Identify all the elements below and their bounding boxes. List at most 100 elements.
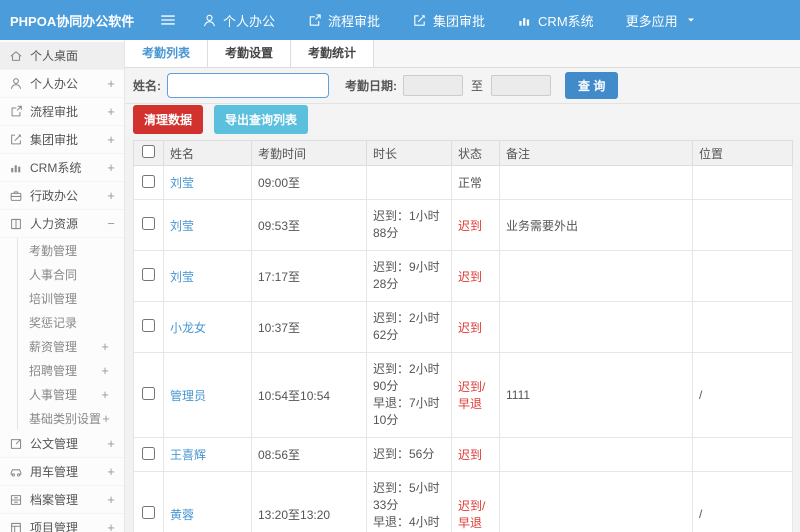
name-cell: 黄蓉 <box>163 471 252 532</box>
expand-toggle-icon[interactable]: + <box>106 188 116 203</box>
remark-cell: 1111 <box>499 352 693 438</box>
hamburger-icon[interactable] <box>158 10 178 30</box>
sidebar-subitem-recruitment-management[interactable]: 招聘管理 + <box>18 358 124 382</box>
row-checkbox[interactable] <box>142 387 155 400</box>
expand-toggle-icon[interactable]: − <box>106 216 116 231</box>
status-cell: 迟到 <box>451 250 500 302</box>
nav-item-workflow-approval[interactable]: 流程审批 <box>307 11 380 30</box>
employee-name-link[interactable]: 黄蓉 <box>170 508 194 522</box>
sidebar-item-label: 项目管理 <box>30 521 79 532</box>
employee-name-link[interactable]: 管理员 <box>170 389 206 403</box>
expand-toggle-icon[interactable]: + <box>106 104 116 119</box>
tab-attendance-stats[interactable]: 考勤统计 <box>291 40 375 67</box>
duration-line: 迟到：5小时33分 <box>373 481 440 512</box>
sidebar-item-personal-desktop[interactable]: 个人桌面 <box>0 42 124 70</box>
name-input[interactable] <box>167 73 329 98</box>
sidebar-subitem-label: 培训管理 <box>29 291 78 306</box>
nav-item-more-apps[interactable]: 更多应用 <box>626 11 699 30</box>
employee-name-link[interactable]: 刘莹 <box>170 219 194 233</box>
expand-toggle-icon[interactable]: + <box>106 132 116 147</box>
sidebar-subitem-reward-punish-records[interactable]: 奖惩记录 <box>18 310 124 334</box>
location-cell <box>692 437 793 472</box>
sidebar-subitem-label: 薪资管理 <box>29 339 78 354</box>
name-cell: 王喜辉 <box>163 437 252 472</box>
tab-attendance-settings[interactable]: 考勤设置 <box>208 40 292 67</box>
expand-toggle-icon[interactable]: + <box>106 464 116 479</box>
sidebar-item-project-management[interactable]: 项目管理 + <box>0 514 124 532</box>
sidebar-subitem-attendance-management[interactable]: 考勤管理 <box>18 238 124 262</box>
nav-item-personal-office[interactable]: 个人办公 <box>202 11 275 30</box>
name-cell: 刘莹 <box>163 199 252 251</box>
row-checkbox[interactable] <box>142 174 155 188</box>
sidebar-item-group-approval[interactable]: 集团审批 + <box>0 126 124 154</box>
column-header-2: 时长 <box>366 140 452 166</box>
sidebar-subitem-salary-management[interactable]: 薪资管理 + <box>18 334 124 358</box>
date-from-input[interactable] <box>403 75 463 96</box>
car-icon <box>9 465 23 479</box>
date-to-label: 至 <box>471 79 484 93</box>
expand-toggle-icon[interactable]: + <box>100 387 110 402</box>
remark-cell: 业务需要外出 <box>499 199 693 251</box>
nav-item-crm-system[interactable]: CRM系统 <box>517 11 594 30</box>
employee-name-link[interactable]: 小龙女 <box>170 321 206 335</box>
row-checkbox[interactable] <box>142 446 155 460</box>
employee-name-link[interactable]: 王喜辉 <box>170 448 206 462</box>
caret-down-icon <box>684 13 699 28</box>
expand-toggle-icon[interactable]: + <box>106 160 116 175</box>
export-list-button[interactable]: 导出查询列表 <box>214 105 309 134</box>
sidebar-subitem-label: 奖惩记录 <box>29 315 78 330</box>
app-logo[interactable]: PHPOA协同办公软件 <box>0 11 158 30</box>
table-row: 管理员 10:54至10:54 迟到：2小时90分 早退：7小时10分 迟到/早退 111… <box>133 352 793 438</box>
row-checkbox[interactable] <box>142 268 155 281</box>
sidebar-item-label: 集团审批 <box>30 133 79 147</box>
archive-icon <box>9 493 23 507</box>
select-all-checkbox[interactable] <box>142 145 155 158</box>
sidebar-item-admin-office[interactable]: 行政办公 + <box>0 182 124 210</box>
clear-data-button[interactable]: 清理数据 <box>133 105 204 134</box>
expand-toggle-icon[interactable]: + <box>106 76 116 91</box>
sidebar-item-crm-system[interactable]: CRM系统 + <box>0 154 124 182</box>
checkbox-cell <box>133 301 164 353</box>
employee-name-link[interactable]: 刘莹 <box>170 176 194 190</box>
sidebar-subitem-training-management[interactable]: 培训管理 <box>18 286 124 310</box>
nav-item-label: 集团审批 <box>433 13 486 29</box>
status-badge: 迟到/早退 <box>458 380 486 411</box>
attendance-time-cell: 09:00至 <box>251 165 367 200</box>
sidebar-item-label: 行政办公 <box>30 189 79 203</box>
sidebar-item-document-management[interactable]: 公文管理 + <box>0 430 124 458</box>
tab-attendance-list[interactable]: 考勤列表 <box>125 40 209 67</box>
duration-line: 早退：4小时67分 <box>373 515 440 529</box>
status-cell: 迟到/早退 <box>451 471 500 532</box>
nav-item-group-approval[interactable]: 集团审批 <box>412 11 485 30</box>
sidebar-subitem-base-category-settings[interactable]: 基础类别设置 + <box>18 406 124 430</box>
sidebar-hr-submenu: 考勤管理 人事合同 培训管理 奖惩记录 薪资管理 + 招聘管理 + 人事管理 + 基础类别设置 + <box>17 238 124 430</box>
remark-cell <box>499 301 693 353</box>
expand-toggle-icon[interactable]: + <box>101 411 111 426</box>
sidebar-item-label: 公文管理 <box>30 437 79 451</box>
expand-toggle-icon[interactable]: + <box>106 492 116 507</box>
expand-toggle-icon[interactable]: + <box>106 436 116 451</box>
expand-toggle-icon[interactable]: + <box>106 520 116 532</box>
sidebar-item-human-resources[interactable]: 人力资源 − <box>0 210 124 238</box>
sidebar-item-vehicle-management[interactable]: 用车管理 + <box>0 458 124 486</box>
nav-item-label: 流程审批 <box>328 13 381 29</box>
row-checkbox[interactable] <box>142 319 155 332</box>
sidebar-subitem-hr-contract[interactable]: 人事合同 <box>18 262 124 286</box>
table-header-row: 姓名 考勤时间 时长 状态 备注 位置 <box>133 140 793 166</box>
expand-toggle-icon[interactable]: + <box>100 339 110 354</box>
sidebar-item-personal-office[interactable]: 个人办公 + <box>0 70 124 98</box>
row-checkbox[interactable] <box>142 506 155 519</box>
search-button[interactable]: 查 询 <box>565 72 619 99</box>
expand-toggle-icon[interactable]: + <box>100 363 110 378</box>
employee-name-link[interactable]: 刘莹 <box>170 270 194 284</box>
sidebar-item-workflow-approval[interactable]: 流程审批 + <box>0 98 124 126</box>
chart-icon <box>9 161 23 175</box>
row-checkbox[interactable] <box>142 217 155 230</box>
column-header-5: 位置 <box>692 140 793 166</box>
sidebar-item-label: 档案管理 <box>30 493 79 507</box>
sidebar-subitem-personnel-management[interactable]: 人事管理 + <box>18 382 124 406</box>
sidebar-item-archive-management[interactable]: 档案管理 + <box>0 486 124 514</box>
checkbox-cell <box>133 437 164 472</box>
date-to-input[interactable] <box>491 75 552 96</box>
attendance-time-cell: 09:53至 <box>251 199 367 251</box>
